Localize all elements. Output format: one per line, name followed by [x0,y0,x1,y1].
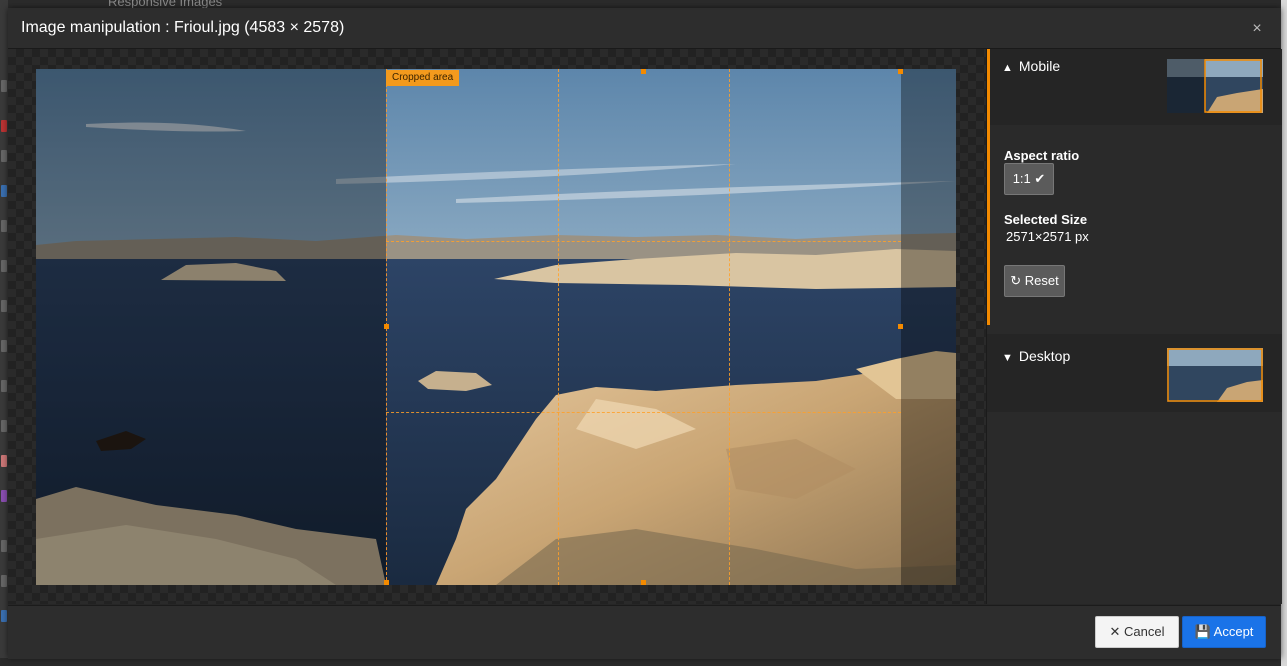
crop-grid-line [386,241,901,242]
checkmark-icon: ✔ [1034,171,1046,186]
photo-canvas: Cropped area [36,69,956,585]
mobile-thumbnail [1167,59,1263,113]
reset-button[interactable]: ↻ Reset [1004,265,1065,297]
panel-mobile-title: ▲ Mobile [1002,58,1061,74]
crop-grid-line [386,412,901,413]
aspect-ratio-button[interactable]: 1:1 ✔ [1004,163,1054,195]
crop-handle-top-right[interactable] [898,69,903,74]
background-bottom-bar [0,658,1287,666]
aspect-ratio-label: Aspect ratio [1004,148,1080,163]
cancel-button[interactable]: ✕ Cancel [1095,616,1179,648]
panel-desktop-title: ▼ Desktop [1002,348,1071,364]
image-manipulation-modal: Image manipulation : Frioul.jpg (4583 × … [8,8,1282,659]
dimmed-area-right [901,69,956,585]
close-icon[interactable]: × [1245,19,1269,39]
crop-selection[interactable] [384,69,903,585]
close-icon: ✕ [1109,624,1121,639]
crop-handle-middle-right[interactable] [898,324,903,329]
chevron-down-icon: ▼ [1002,352,1013,364]
save-icon: 💾 [1194,624,1211,639]
selected-size-label: Selected Size [1004,212,1088,227]
crop-grid-line [558,69,559,585]
panel-mobile-header[interactable]: ▲ Mobile [987,49,1282,125]
background-left-toolbar [0,0,8,666]
modal-header: Image manipulation : Frioul.jpg (4583 × … [8,8,1281,49]
accept-button[interactable]: 💾 Accept [1182,616,1266,648]
chevron-up-icon: ▲ [1002,62,1013,74]
image-stage: Cropped area [8,49,986,604]
crop-handle-top-center[interactable] [641,69,646,74]
modal-title: Image manipulation : Frioul.jpg (4583 × … [21,19,345,36]
selected-size-value: 2571×2571 px [1006,229,1089,244]
refresh-icon: ↻ [1010,273,1022,288]
panel-mobile-body: Aspect ratio 1:1 ✔ Selected Size 2571×25… [987,125,1282,325]
crop-handle-bottom-center[interactable] [641,580,646,585]
crop-variants-sidebar: ▲ Mobile Aspect ratio 1:1 ✔ Selected Size… [986,49,1282,604]
crop-grid-line [729,69,730,585]
crop-handle-middle-left[interactable] [384,324,389,329]
desktop-thumbnail [1167,348,1263,402]
cropped-area-label: Cropped area [386,70,460,86]
modal-footer: ✕ Cancel 💾 Accept [8,605,1281,659]
panel-desktop-header[interactable]: ▼ Desktop [987,334,1282,412]
dimmed-area-left [36,69,386,585]
background-app-bar: Responsive Images [0,0,1287,9]
crop-handle-bottom-left[interactable] [384,580,389,585]
